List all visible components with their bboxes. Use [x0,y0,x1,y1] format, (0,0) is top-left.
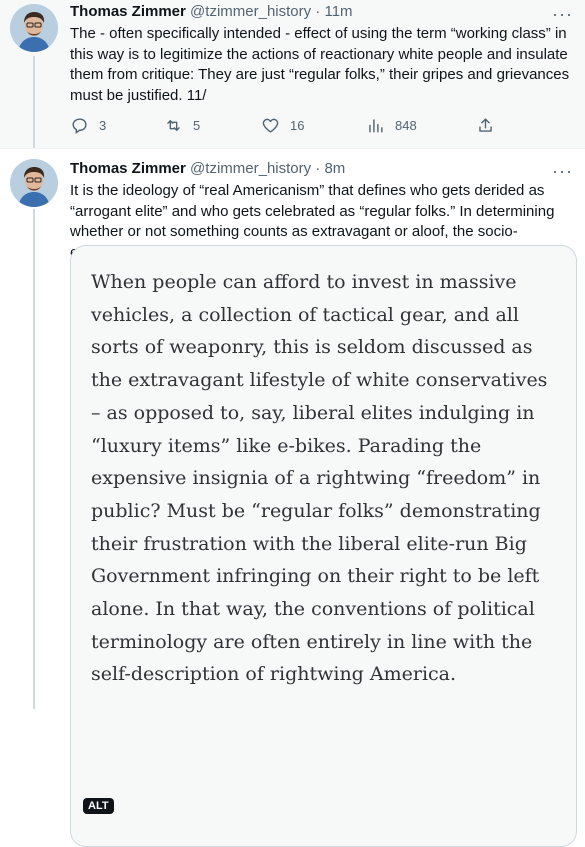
avatar-image [10,159,58,207]
attached-image[interactable]: When people can afford to invest in mass… [70,245,577,847]
views-count: 848 [395,118,417,133]
author-handle[interactable]: @tzimmer_history [190,3,311,20]
tweet-12[interactable]: Thomas Zimmer @tzimmer_history · 8m ··· … [0,148,585,847]
image-text: When people can afford to invest in mass… [91,271,548,686]
avatar-image [10,4,58,52]
like-button[interactable]: 16 [261,116,304,135]
tweet-header: Thomas Zimmer @tzimmer_history · 11m [70,2,353,22]
more-icon[interactable]: ··· [552,5,573,23]
reply-count: 3 [99,118,107,133]
timestamp[interactable]: 8m [324,160,345,177]
tweet-header: Thomas Zimmer @tzimmer_history · 8m [70,159,345,179]
separator: · [315,160,321,177]
views-icon [369,119,383,133]
share-icon [479,118,492,132]
heart-icon [262,118,279,133]
timestamp[interactable]: 11m [324,3,352,20]
retweet-count: 5 [193,118,201,133]
retweet-button[interactable]: 5 [164,116,200,135]
author-name[interactable]: Thomas Zimmer [70,160,186,177]
alt-badge[interactable]: ALT [83,798,114,814]
thread-line [33,56,35,148]
avatar[interactable] [10,4,58,52]
more-icon[interactable]: ··· [552,162,573,180]
author-handle[interactable]: @tzimmer_history [190,160,311,177]
tweet-text: The - often specifically intended - effe… [70,25,570,104]
share-button[interactable] [476,116,495,135]
reply-button[interactable]: 3 [70,116,106,135]
tweet-11[interactable]: Thomas Zimmer @tzimmer_history · 11m ···… [0,0,585,148]
views-button[interactable]: 848 [366,116,417,135]
separator: · [315,3,321,20]
tweet-actions: 3 5 16 848 [70,116,500,136]
avatar[interactable] [10,159,58,207]
retweet-icon [167,120,180,131]
reply-icon [72,118,87,135]
like-count: 16 [290,118,305,133]
thread-line [33,209,35,709]
author-name[interactable]: Thomas Zimmer [70,3,186,20]
